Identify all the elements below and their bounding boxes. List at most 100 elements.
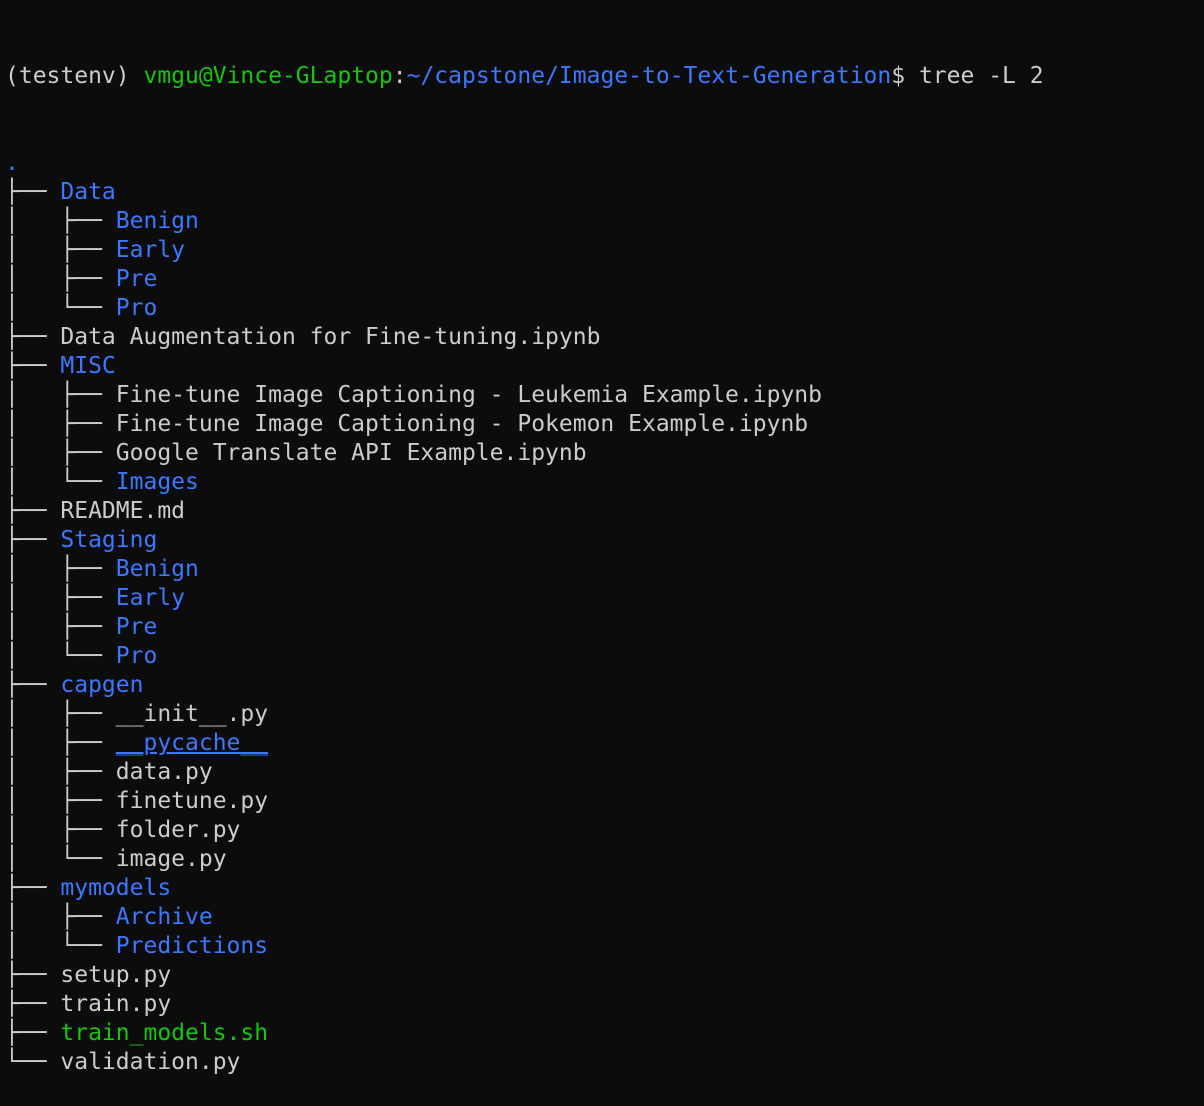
tree-line: ├── train_models.sh bbox=[5, 1019, 1204, 1048]
tree-file-name: finetune.py bbox=[115, 788, 269, 814]
tree-directory-name: MISC bbox=[60, 353, 116, 379]
tree-line: │ ├── __init__.py bbox=[5, 700, 1204, 729]
tree-branch: ├── bbox=[5, 179, 61, 205]
tree-line: │ ├── Early bbox=[5, 584, 1204, 613]
tree-branch: │ ├── bbox=[5, 556, 116, 582]
tree-line: │ └── image.py bbox=[5, 845, 1204, 874]
tree-line: │ ├── Pre bbox=[5, 613, 1204, 642]
tree-branch: │ └── bbox=[5, 295, 116, 321]
tree-line: │ ├── Benign bbox=[5, 207, 1204, 236]
tree-line: │ ├── Google Translate API Example.ipynb bbox=[5, 439, 1204, 468]
tree-branch: │ ├── bbox=[5, 614, 116, 640]
prompt-env: (testenv) bbox=[5, 63, 144, 89]
tree-file-name: setup.py bbox=[60, 962, 172, 988]
tree-executable-name: train_models.sh bbox=[60, 1020, 269, 1046]
tree-line: │ ├── Early bbox=[5, 236, 1204, 265]
tree-line: └── validation.py bbox=[5, 1048, 1204, 1077]
tree-branch: ├── bbox=[5, 527, 61, 553]
tree-file-name: folder.py bbox=[115, 817, 241, 843]
tree-file-name: Data Augmentation for Fine-tuning.ipynb bbox=[60, 324, 601, 350]
tree-branch: │ ├── bbox=[5, 237, 116, 263]
tree-line: │ ├── __pycache__ bbox=[5, 729, 1204, 758]
tree-directory-name: Archive bbox=[115, 904, 213, 930]
tree-line: │ ├── data.py bbox=[5, 758, 1204, 787]
tree-line: │ ├── Fine-tune Image Captioning - Pokem… bbox=[5, 410, 1204, 439]
tree-branch: │ ├── bbox=[5, 788, 116, 814]
tree-directory-name: mymodels bbox=[60, 875, 172, 901]
tree-directory-name: __pycache__ bbox=[115, 730, 269, 756]
tree-directory-name: Pro bbox=[115, 643, 158, 669]
tree-branch: │ ├── bbox=[5, 730, 116, 756]
tree-directory-name: Benign bbox=[115, 208, 199, 234]
tree-branch: ├── bbox=[5, 324, 61, 350]
tree-file-name: validation.py bbox=[60, 1049, 241, 1075]
tree-line: ├── mymodels bbox=[5, 874, 1204, 903]
tree-branch: │ ├── bbox=[5, 440, 116, 466]
prompt-symbol: $ bbox=[891, 63, 919, 89]
tree-line: │ ├── Archive bbox=[5, 903, 1204, 932]
tree-directory-name: Early bbox=[115, 237, 186, 263]
tree-line: ├── train.py bbox=[5, 990, 1204, 1019]
tree-directory-name: Images bbox=[115, 469, 199, 495]
tree-directory-name: Pro bbox=[115, 295, 158, 321]
tree-file-name: data.py bbox=[115, 759, 213, 785]
tree-branch: ├── bbox=[5, 1020, 61, 1046]
tree-branch: │ ├── bbox=[5, 817, 116, 843]
prompt-line: (testenv) vmgu@Vince-GLaptop:~/capstone/… bbox=[5, 62, 1204, 91]
tree-file-name: image.py bbox=[115, 846, 227, 872]
prompt-path: ~/capstone/Image-to-Text-Generation bbox=[406, 63, 892, 89]
prompt-command: tree -L 2 bbox=[918, 63, 1044, 89]
tree-branch: ├── bbox=[5, 353, 61, 379]
tree-line: . bbox=[5, 149, 1204, 178]
tree-output: . ├── Data │ ├── Benign │ ├── Early │ ├── Pr… bbox=[5, 149, 1204, 1077]
prompt-colon: : bbox=[392, 63, 407, 89]
tree-line: │ └── Predictions bbox=[5, 932, 1204, 961]
terminal-window[interactable]: (testenv) vmgu@Vince-GLaptop:~/capstone/… bbox=[0, 0, 1204, 1075]
tree-branch: │ └── bbox=[5, 846, 116, 872]
tree-branch: │ ├── bbox=[5, 382, 116, 408]
tree-branch: │ ├── bbox=[5, 411, 116, 437]
tree-line: │ ├── Fine-tune Image Captioning - Leuke… bbox=[5, 381, 1204, 410]
tree-line: ├── MISC bbox=[5, 352, 1204, 381]
tree-branch: ├── bbox=[5, 875, 61, 901]
tree-line: │ ├── Pre bbox=[5, 265, 1204, 294]
tree-branch: │ ├── bbox=[5, 585, 116, 611]
tree-line: │ ├── finetune.py bbox=[5, 787, 1204, 816]
tree-branch: │ ├── bbox=[5, 208, 116, 234]
tree-line: ├── setup.py bbox=[5, 961, 1204, 990]
tree-line: │ └── Images bbox=[5, 468, 1204, 497]
tree-directory-name: Predictions bbox=[115, 933, 269, 959]
tree-file-name: __init__.py bbox=[115, 701, 269, 727]
tree-branch: │ ├── bbox=[5, 701, 116, 727]
tree-branch: │ ├── bbox=[5, 266, 116, 292]
tree-directory-name: Early bbox=[115, 585, 186, 611]
tree-file-name: train.py bbox=[60, 991, 172, 1017]
tree-directory-name: Pre bbox=[115, 614, 158, 640]
tree-line: ├── README.md bbox=[5, 497, 1204, 526]
tree-file-name: Fine-tune Image Captioning - Leukemia Ex… bbox=[115, 382, 822, 408]
tree-branch: │ ├── bbox=[5, 759, 116, 785]
tree-directory-name: Benign bbox=[115, 556, 199, 582]
tree-branch: ├── bbox=[5, 962, 61, 988]
tree-branch: │ └── bbox=[5, 643, 116, 669]
tree-file-name: Fine-tune Image Captioning - Pokemon Exa… bbox=[115, 411, 809, 437]
tree-directory-name: capgen bbox=[60, 672, 144, 698]
tree-branch: ├── bbox=[5, 672, 61, 698]
tree-branch: └── bbox=[5, 1049, 61, 1075]
prompt-user-host: vmgu@Vince-GLaptop bbox=[143, 63, 393, 89]
tree-line: ├── Staging bbox=[5, 526, 1204, 555]
tree-branch: ├── bbox=[5, 991, 61, 1017]
tree-branch: │ ├── bbox=[5, 904, 116, 930]
tree-branch: │ └── bbox=[5, 469, 116, 495]
tree-line: ├── capgen bbox=[5, 671, 1204, 700]
tree-file-name: Google Translate API Example.ipynb bbox=[115, 440, 587, 466]
tree-branch: │ └── bbox=[5, 933, 116, 959]
tree-line: ├── Data bbox=[5, 178, 1204, 207]
tree-directory-name: Pre bbox=[115, 266, 158, 292]
tree-line: │ └── Pro bbox=[5, 294, 1204, 323]
tree-line: │ ├── Benign bbox=[5, 555, 1204, 584]
tree-branch: ├── bbox=[5, 498, 61, 524]
tree-line: │ ├── folder.py bbox=[5, 816, 1204, 845]
tree-line: │ └── Pro bbox=[5, 642, 1204, 671]
tree-directory-name: Data bbox=[60, 179, 116, 205]
